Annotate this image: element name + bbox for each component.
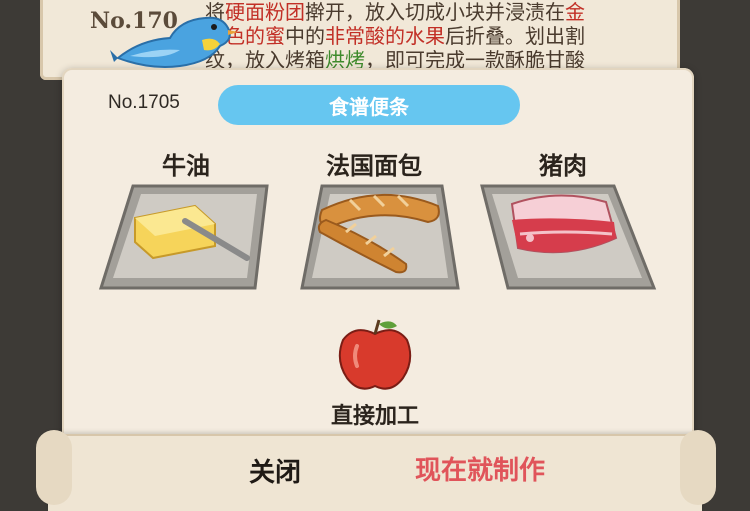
- bluebird-icon: [110, 16, 238, 68]
- scroll-curl-left: [36, 430, 72, 505]
- background-recipe-segment: 后折叠。划出割: [445, 24, 585, 48]
- background-recipe-segment: 中的: [285, 24, 325, 48]
- background-recipe-segment: 非常酸的水果: [325, 24, 445, 48]
- make-now-button[interactable]: 现在就制作: [385, 447, 575, 489]
- baguette-icon[interactable]: [290, 176, 470, 306]
- background-recipe-line-2: 黄色的蜜中的非常酸的水果后折叠。划出割: [205, 24, 665, 48]
- butter-icon[interactable]: [95, 176, 275, 306]
- apple-icon: [338, 319, 412, 390]
- processing-method-label: 直接加工: [330, 404, 419, 429]
- bottom-scroll-bar: [48, 434, 702, 511]
- background-recipe-segment: 擀开，放入切成小块并浸渍在: [305, 0, 565, 24]
- recipe-title-pill: 食谱便条: [218, 85, 520, 125]
- close-button[interactable]: 关闭: [230, 450, 320, 490]
- background-recipe-segment: 金: [565, 0, 585, 24]
- recipe-number: No.1705: [108, 92, 180, 113]
- pork-icon[interactable]: [478, 176, 658, 306]
- background-recipe-text: 将硬面粉团擀开，放入切成小块并浸渍在金 黄色的蜜中的非常酸的水果后折叠。划出割 …: [205, 0, 665, 72]
- background-recipe-line-1: 将硬面粉团擀开，放入切成小块并浸渍在金: [205, 0, 665, 24]
- scroll-curl-right: [680, 430, 716, 505]
